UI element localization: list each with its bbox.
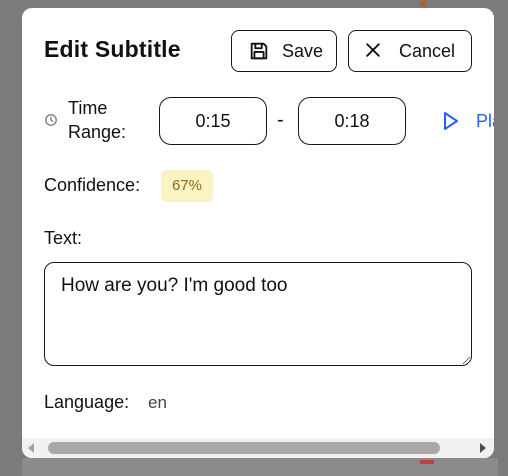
scrollbar-thumb[interactable] xyxy=(48,442,440,454)
scroll-left-arrow-icon[interactable] xyxy=(28,443,34,453)
play-icon xyxy=(442,111,460,131)
cancel-button[interactable]: Cancel xyxy=(348,30,472,72)
time-range-separator: - xyxy=(277,109,284,131)
play-button-label: Play xyxy=(476,110,494,131)
background-marker xyxy=(420,460,434,464)
horizontal-scrollbar[interactable] xyxy=(22,438,494,458)
play-button[interactable]: Play xyxy=(442,108,494,134)
confidence-label: Confidence: xyxy=(44,175,141,195)
edit-subtitle-dialog: Edit Subtitle Save Cancel Time Range: 0:… xyxy=(22,8,494,458)
close-icon xyxy=(363,40,385,62)
time-range-label: Time Range: xyxy=(68,98,127,142)
text-label: Text: xyxy=(44,228,83,248)
language-value: en xyxy=(148,393,167,412)
confidence-badge: 67% xyxy=(161,170,214,202)
dialog-title: Edit Subtitle xyxy=(44,36,181,62)
save-button-label: Save xyxy=(282,40,324,61)
start-time-input[interactable] xyxy=(159,97,267,145)
save-button[interactable]: Save xyxy=(231,30,337,72)
end-time-input[interactable] xyxy=(298,97,406,145)
clock-icon xyxy=(44,113,58,127)
scroll-right-arrow-icon[interactable] xyxy=(480,443,486,453)
background-file-icon: ▣ xyxy=(418,0,429,8)
language-label: Language: xyxy=(44,392,130,412)
cancel-button-label: Cancel xyxy=(399,40,456,61)
subtitle-text-field[interactable]: How are you? I'm good too xyxy=(44,262,472,366)
save-icon xyxy=(248,40,270,62)
